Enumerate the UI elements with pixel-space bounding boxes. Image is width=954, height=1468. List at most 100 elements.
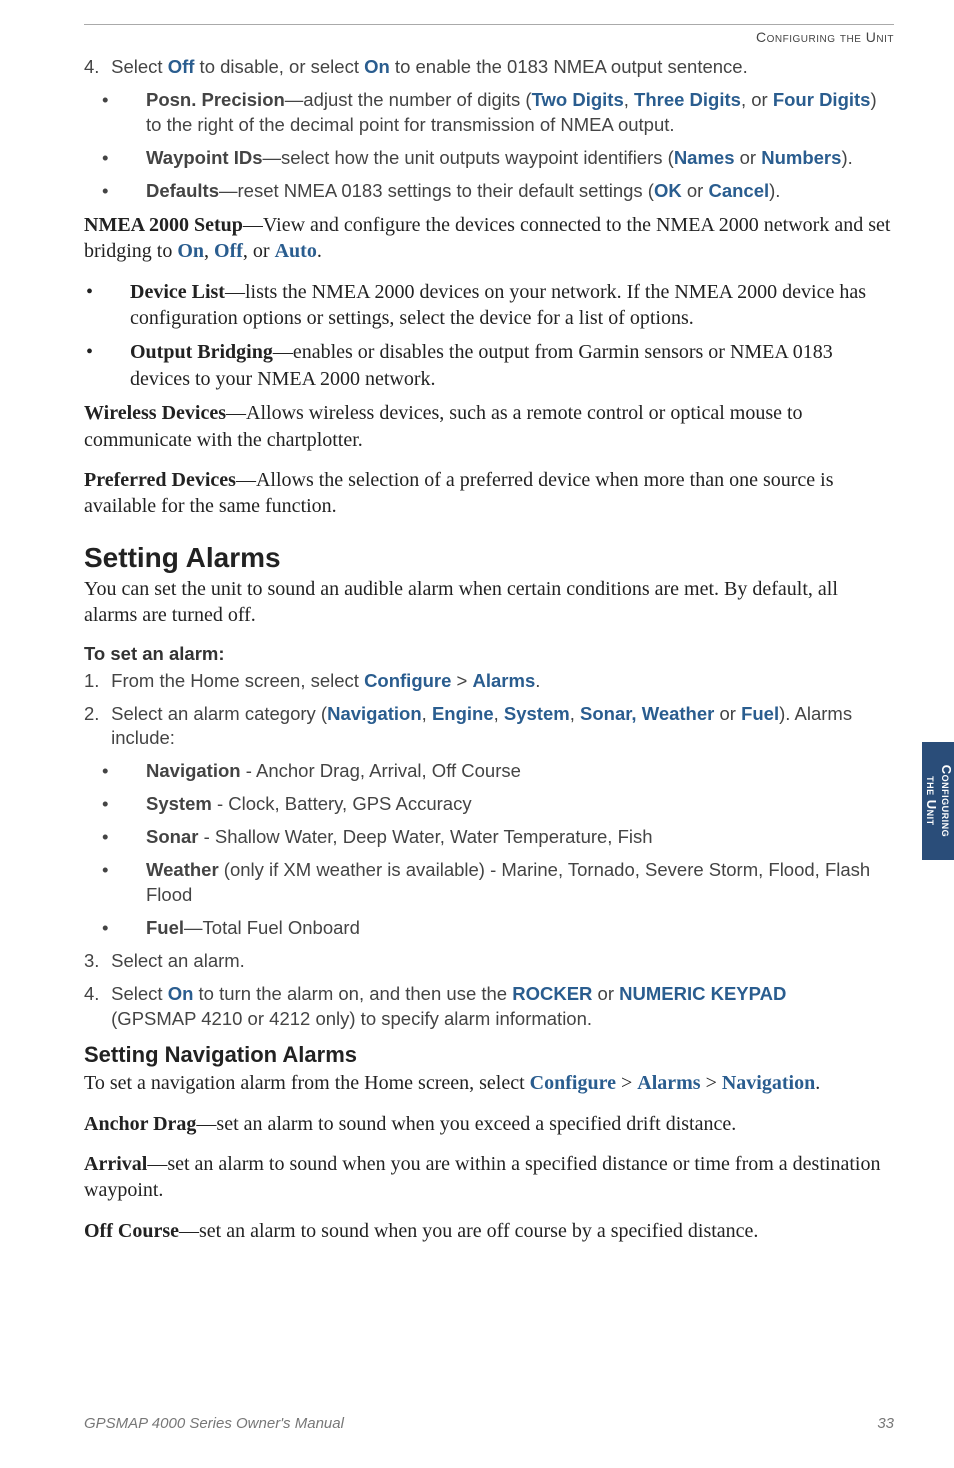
text: Select an alarm category ( [111,703,327,724]
opt: NUMERIC KEYPAD [619,983,786,1004]
label: Wireless Devices [84,402,226,424]
opt: Navigation [722,1072,815,1094]
opt: Fuel [741,703,779,724]
label: System [146,793,212,814]
bullet-icon: • [124,759,146,784]
text: ). [841,147,852,168]
label: Anchor Drag [84,1113,196,1135]
opt-off: Off [168,56,195,77]
label: Device List [130,281,225,303]
text: the Unit [924,776,939,826]
text: Select [111,56,168,77]
text: , [422,703,432,724]
step-body: Select On to turn the alarm on, and then… [111,982,871,1032]
nmea2000-setup: NMEA 2000 Setup—View and configure the d… [84,212,894,265]
opt: Navigation [327,703,422,724]
running-head: Configuring the Unit [84,29,894,45]
text: or [682,180,709,201]
opt: Four Digits [773,89,871,110]
label: Off Course [84,1220,179,1242]
label: Output Bridging [130,341,273,363]
opt: Cancel [708,180,769,201]
bullet-icon: • [124,146,146,171]
alarm-step-4: 4. Select On to turn the alarm on, and t… [84,982,894,1032]
wireless-devices: Wireless Devices—Allows wireless devices… [84,400,894,453]
opt: Configure [364,670,451,691]
opt: On [168,983,194,1004]
off-course: Off Course—set an alarm to sound when yo… [84,1218,894,1244]
opt: On [177,240,204,262]
text: —set an alarm to sound when you exceed a… [196,1113,736,1135]
opt: System [504,703,570,724]
label: Waypoint IDs [146,147,262,168]
label: NMEA 2000 Setup [84,214,243,236]
text: , or [741,89,773,110]
bullet-weather: •Weather (only if XM weather is availabl… [124,858,894,908]
step-num: 3. [84,949,106,974]
bullet-output-bridging: •Output Bridging—enables or disables the… [108,339,894,392]
opt: Alarms [473,670,536,691]
step-num: 4. [84,55,106,80]
bullet-icon: • [108,279,130,305]
opt: Sonar, Weather [580,703,714,724]
bullet-device-list: •Device List—lists the NMEA 2000 devices… [108,279,894,332]
step-num: 4. [84,982,106,1007]
text: - Anchor Drag, Arrival, Off Course [241,760,521,781]
text: —set an alarm to sound when you are off … [179,1220,758,1242]
text: (GPSMAP 4210 or 4212 only) to specify al… [111,1008,592,1029]
label: Defaults [146,180,219,201]
text: - Clock, Battery, GPS Accuracy [212,793,472,814]
bullet-icon: • [124,792,146,817]
bullet-waypoint-ids: •Waypoint IDs—select how the unit output… [124,146,894,171]
step-num: 2. [84,702,106,727]
opt: Two Digits [532,89,624,110]
label: Sonar [146,826,198,847]
page-number: 33 [877,1415,894,1432]
preferred-devices: Preferred Devices—Allows the selection o… [84,467,894,520]
opt: OK [654,180,682,201]
text: to disable, or select [194,56,364,77]
opt: Alarms [637,1072,700,1094]
text: , or [243,240,275,262]
text: To set a navigation alarm from the Home … [84,1072,530,1094]
procedure-heading: To set an alarm: [84,643,894,665]
opt: Off [214,240,243,262]
opt-on: On [364,56,390,77]
text: , [624,89,634,110]
step-body: Select an alarm. [111,949,871,974]
step-body: Select Off to disable, or select On to e… [111,55,871,80]
text: (only if XM weather is available) - Mari… [146,859,870,905]
text: > [701,1072,722,1094]
text: Configuring [939,765,954,837]
text: - Shallow Water, Deep Water, Water Tempe… [198,826,652,847]
bullet-icon: • [124,88,146,113]
text: , [494,703,504,724]
text: —set an alarm to sound when you are with… [84,1153,880,1201]
bullet-defaults: •Defaults—reset NMEA 0183 settings to th… [124,179,894,204]
text: ). [769,180,780,201]
opt: Names [674,147,735,168]
nav-alarms-intro: To set a navigation alarm from the Home … [84,1070,894,1096]
bullet-icon: • [124,916,146,941]
opt: Numbers [761,147,841,168]
text: , [204,240,214,262]
step-body: From the Home screen, select Configure >… [111,669,871,694]
text: to enable the 0183 NMEA output sentence. [390,56,748,77]
text: > [616,1072,637,1094]
label: Weather [146,859,219,880]
text: or [592,983,619,1004]
text: From the Home screen, select [111,670,364,691]
anchor-drag: Anchor Drag—set an alarm to sound when y… [84,1111,894,1137]
bullet-posn-precision: •Posn. Precision—adjust the number of di… [124,88,894,138]
text: . [815,1072,820,1094]
text: —Total Fuel Onboard [184,917,360,938]
text: to turn the alarm on, and then use the [193,983,512,1004]
label: Fuel [146,917,184,938]
label: Navigation [146,760,241,781]
opt: Auto [275,240,317,262]
text: —select how the unit outputs waypoint id… [262,147,673,168]
text: or [714,703,741,724]
alarm-step-1: 1. From the Home screen, select Configur… [84,669,894,694]
header-rule [84,24,894,25]
text: . [535,670,540,691]
